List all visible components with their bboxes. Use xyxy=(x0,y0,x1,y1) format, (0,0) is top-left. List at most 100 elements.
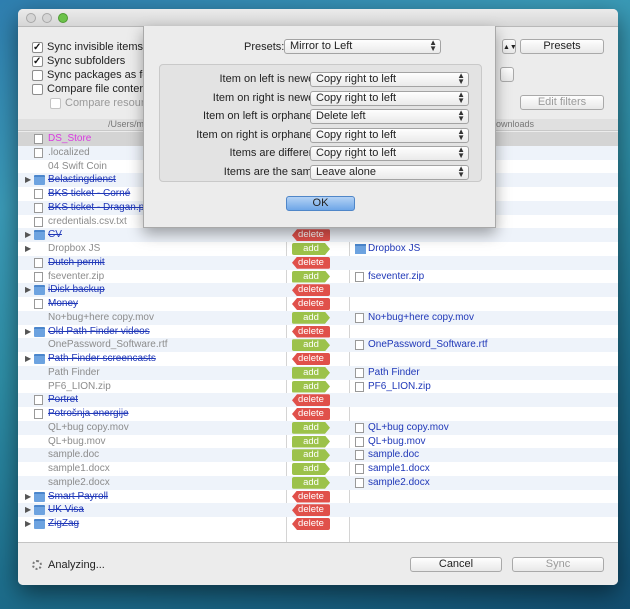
ok-button[interactable]: OK xyxy=(286,196,355,211)
folder-icon xyxy=(355,244,366,254)
right-item-name: QL+bug copy.mov xyxy=(368,421,449,433)
list-row[interactable]: ▶ UK Visa delete xyxy=(18,503,618,517)
rule-action-popup[interactable]: Copy right to left ▲ ▼ xyxy=(310,72,469,87)
disclosure-triangle-icon[interactable]: ▶ xyxy=(25,354,31,363)
status-text: Analyzing... xyxy=(48,559,105,571)
list-row[interactable]: ▶ Old Path Finder videos delete xyxy=(18,325,618,339)
file-icon xyxy=(34,216,43,227)
left-item-name: sample2.docx xyxy=(48,476,110,488)
sync-invisible-checkbox[interactable]: Sync invisible items xyxy=(32,40,143,54)
folder-icon xyxy=(34,505,45,516)
disclosure-triangle-icon[interactable]: ▶ xyxy=(25,505,31,514)
presets-popup-value: Mirror to Left xyxy=(290,40,353,52)
disclosure-triangle-icon[interactable]: ▶ xyxy=(25,230,31,239)
list-row[interactable]: ▶ ZigZag delete xyxy=(18,517,618,531)
left-item-name: sample.doc xyxy=(48,449,100,461)
presets-popup[interactable]: Mirror to Left ▲ ▼ xyxy=(284,39,441,54)
popup-arrows-icon: ▲ ▼ xyxy=(429,38,437,53)
list-row[interactable]: PF6_LION.zip add PF6_LION.zip xyxy=(18,380,618,394)
list-row[interactable]: No+bug+here copy.mov add No+bug+here copy.… xyxy=(18,310,618,325)
add-badge: add xyxy=(292,463,330,475)
file-icon xyxy=(34,134,43,144)
compare-resource-checkbox[interactable]: Compare resource xyxy=(50,96,156,110)
rule-action-value: Delete left xyxy=(316,110,366,122)
file-icon xyxy=(355,367,364,378)
list-row[interactable]: Path Finder add Path Finder xyxy=(18,365,618,380)
minimize-window-button[interactable] xyxy=(42,13,52,23)
right-item-name: PF6_LION.zip xyxy=(368,380,431,392)
presets-button[interactable]: Presets xyxy=(520,39,604,54)
checkbox-unchecked-icon xyxy=(32,69,43,81)
file-icon xyxy=(34,147,43,158)
delete-badge: delete xyxy=(292,256,330,269)
zoom-window-button[interactable] xyxy=(58,13,68,23)
list-row[interactable]: ▶ Path Finder screencasts delete xyxy=(18,352,618,366)
close-window-button[interactable] xyxy=(26,13,36,23)
file-icon xyxy=(355,477,364,488)
disclosure-triangle-icon[interactable]: ▶ xyxy=(25,327,31,336)
disclosure-triangle-icon[interactable]: ▶ xyxy=(25,175,31,184)
sync-button[interactable]: Sync xyxy=(512,557,604,572)
cancel-button[interactable]: Cancel xyxy=(410,557,502,572)
delete-badge: delete xyxy=(292,394,330,407)
file-icon xyxy=(355,436,364,447)
disclosure-triangle-icon[interactable]: ▶ xyxy=(25,492,31,501)
blank-icon xyxy=(34,478,45,488)
left-item-name: Path Finder screencasts xyxy=(48,353,156,364)
rule-action-value: Copy right to left xyxy=(316,73,397,85)
list-row[interactable]: Portret delete xyxy=(18,393,618,407)
popup-arrows-icon: ▲ ▼ xyxy=(457,145,465,160)
preset-popup-stub[interactable]: ▲▼ xyxy=(502,39,517,54)
sync-subfolders-checkbox[interactable]: Sync subfolders xyxy=(32,54,125,68)
list-row[interactable]: Dutch permit delete xyxy=(18,255,618,270)
left-item-name: UK Visa xyxy=(48,504,84,516)
presets-sheet: Presets: Mirror to Left ▲ ▼ Item on left … xyxy=(143,26,496,228)
rule-action-value: Leave alone xyxy=(316,165,376,178)
list-row[interactable]: OnePassword_Software.rtf add OnePassword_S… xyxy=(18,338,618,352)
rule-action-popup[interactable]: Leave alone ▲ ▼ xyxy=(310,164,469,180)
add-badge: add xyxy=(292,312,330,324)
left-item-name: Dropbox JS xyxy=(48,243,101,254)
list-row[interactable]: ▶ Dropbox JS add Dropbox JS xyxy=(18,242,618,256)
list-row[interactable]: ▶ CV delete xyxy=(18,228,618,242)
file-icon xyxy=(355,422,364,433)
rule-action-popup[interactable]: Copy right to left ▲ ▼ xyxy=(310,146,469,161)
folder-icon xyxy=(34,491,45,502)
file-icon xyxy=(355,450,364,461)
list-row[interactable]: QL+bug copy.mov add QL+bug copy.mov xyxy=(18,420,618,435)
popup-arrows-icon: ▲ ▼ xyxy=(457,126,465,142)
disclosure-triangle-icon[interactable]: ▶ xyxy=(25,285,31,294)
list-row[interactable]: Potrošnja energije delete xyxy=(18,407,618,421)
list-row[interactable]: sample2.docx add sample2.docx xyxy=(18,475,618,490)
file-icon xyxy=(355,312,364,323)
edit-filters-button[interactable]: Edit filters xyxy=(520,95,604,110)
file-icon xyxy=(34,257,43,268)
list-row[interactable]: Money delete xyxy=(18,297,618,311)
left-item-name: PF6_LION.zip xyxy=(48,380,111,392)
rule-action-popup[interactable]: Copy right to left ▲ ▼ xyxy=(310,90,469,106)
list-row[interactable]: sample1.docx add sample1.docx xyxy=(18,462,618,476)
popup-arrows-icon: ▲ ▼ xyxy=(457,108,465,123)
rule-action-popup[interactable]: Copy right to left ▲ ▼ xyxy=(310,126,469,143)
list-row[interactable]: ▶ Smart Payroll delete xyxy=(18,490,618,504)
compare-contents-checkbox[interactable]: Compare file contents xyxy=(32,82,154,96)
rule-label: Items are different: xyxy=(229,147,321,159)
filter-field-stub[interactable] xyxy=(500,67,514,82)
folder-icon xyxy=(34,326,45,337)
list-row[interactable]: ▶ iDisk backup delete xyxy=(18,283,618,297)
file-icon xyxy=(34,202,43,213)
list-row[interactable]: fseventer.zip add fseventer.zip xyxy=(18,270,618,284)
blank-icon xyxy=(34,450,45,460)
list-row[interactable]: sample.doc add sample.doc xyxy=(18,448,618,462)
disclosure-triangle-icon[interactable]: ▶ xyxy=(25,244,31,253)
rule-action-popup[interactable]: Delete left ▲ ▼ xyxy=(310,109,469,124)
blank-icon xyxy=(34,423,45,433)
left-item-name: iDisk backup xyxy=(48,284,105,296)
disclosure-triangle-icon[interactable]: ▶ xyxy=(25,519,31,528)
left-item-name: .localized xyxy=(48,146,90,158)
file-icon xyxy=(34,395,43,406)
file-icon xyxy=(34,409,43,419)
left-item-name: fseventer.zip xyxy=(48,270,105,282)
list-row[interactable]: QL+bug.mov add QL+bug.mov xyxy=(18,435,618,449)
delete-badge: delete xyxy=(292,353,330,365)
